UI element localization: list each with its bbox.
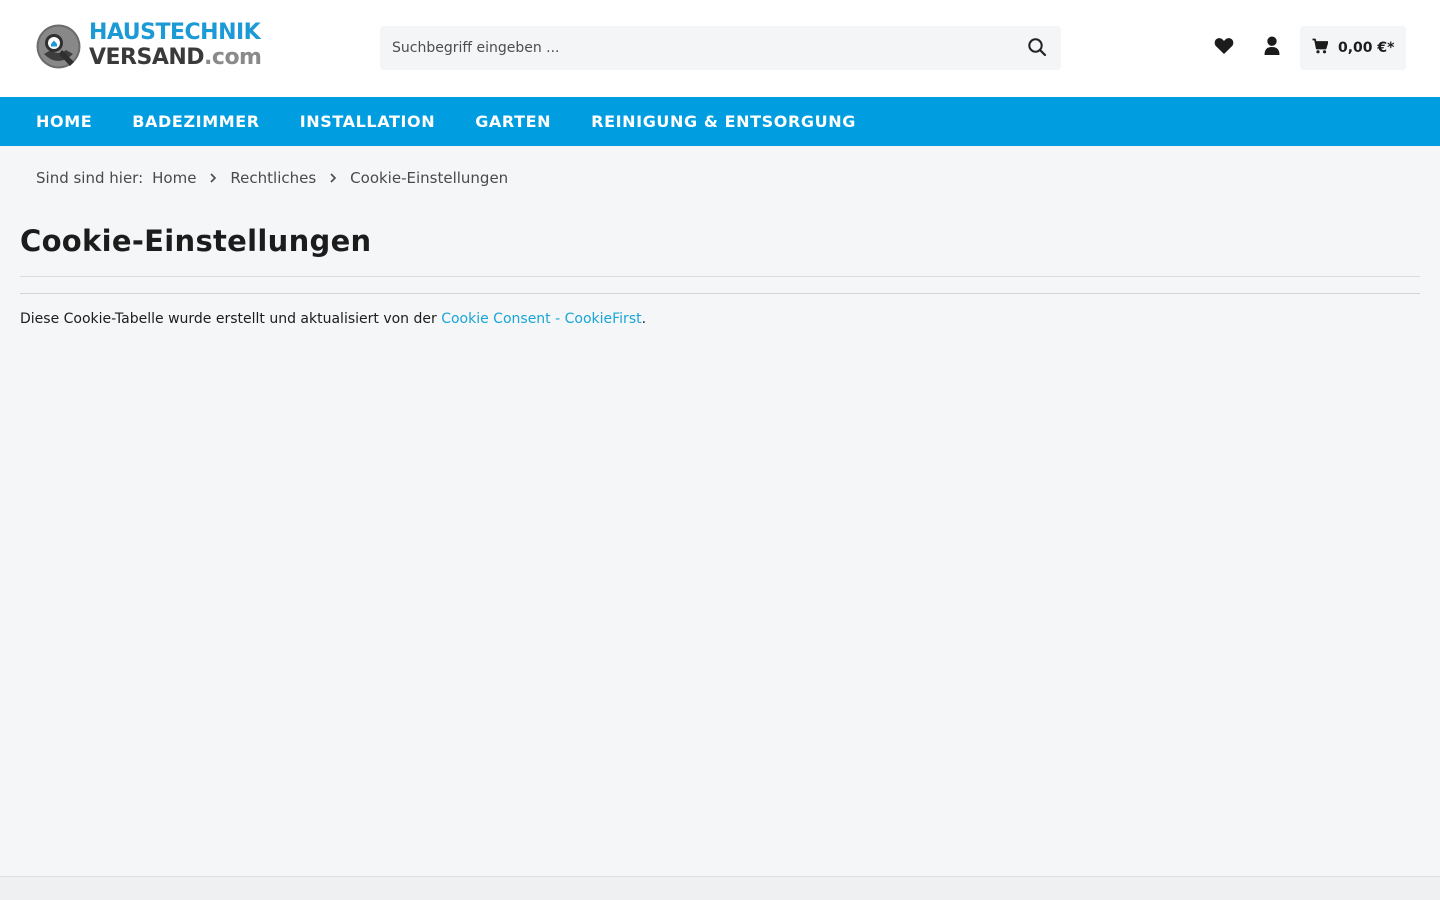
cookie-info-lead: Diese Cookie-Tabelle wurde erstellt und … <box>20 311 442 327</box>
chevron-right-icon <box>209 172 217 184</box>
chevron-right-icon <box>329 172 337 184</box>
breadcrumb-prefix: Sind sind hier: <box>36 169 144 187</box>
site-header: HAUSTECHNIK VERSAND.com Suchbegriff eing… <box>0 0 1440 97</box>
nav-item-badezimmer[interactable]: BADEZIMMER <box>112 97 279 146</box>
nav-item-home[interactable]: HOME <box>16 97 112 146</box>
nav-item-reinigung-entsorgung[interactable]: REINIGUNG & ENTSORGUNG <box>571 97 876 146</box>
account-button[interactable] <box>1248 26 1296 70</box>
breadcrumb-item-cookie-einstellungen[interactable]: Cookie-Einstellungen <box>350 169 508 187</box>
user-icon <box>1264 36 1280 60</box>
content-divider <box>20 293 1420 294</box>
cart-button[interactable]: 0,00 €* <box>1300 26 1406 70</box>
cookiefirst-link[interactable]: Cookie Consent - CookieFirst <box>441 311 641 327</box>
logo-line2-suffix: .com <box>204 44 262 70</box>
wishlist-button[interactable] <box>1200 26 1248 70</box>
cart-icon <box>1312 38 1329 58</box>
logo-text: HAUSTECHNIK VERSAND.com <box>89 19 262 70</box>
page-title: Cookie-Einstellungen <box>20 224 372 258</box>
header-actions: 0,00 €* <box>1200 26 1406 70</box>
search-bar <box>380 26 1061 70</box>
footer-strip <box>0 876 1440 900</box>
main-navigation: HOME BADEZIMMER INSTALLATION GARTEN REIN… <box>0 97 1440 146</box>
nav-item-garten[interactable]: GARTEN <box>455 97 571 146</box>
breadcrumb-item-rechtliches[interactable]: Rechtliches <box>230 169 316 187</box>
breadcrumb: Sind sind hier: Home Rechtliches Cookie-… <box>36 166 508 190</box>
cookie-info-suffix: . <box>641 311 647 327</box>
heart-icon <box>1214 37 1234 59</box>
logo[interactable]: HAUSTECHNIK VERSAND.com <box>36 18 266 74</box>
cart-amount: 0,00 €* <box>1338 40 1395 56</box>
title-divider <box>20 276 1420 277</box>
nav-item-installation[interactable]: INSTALLATION <box>280 97 456 146</box>
logo-line2: VERSAND.com <box>89 44 262 70</box>
logo-line1: HAUSTECHNIK <box>89 19 261 45</box>
search-button[interactable] <box>1013 26 1061 70</box>
cookie-info-text: Diese Cookie-Tabelle wurde erstellt und … <box>20 311 646 327</box>
search-icon <box>1027 37 1047 60</box>
search-input[interactable] <box>380 26 1013 70</box>
logo-line2-main: VERSAND <box>89 44 205 70</box>
breadcrumb-item-home[interactable]: Home <box>152 169 196 187</box>
logo-mark-icon <box>36 24 81 69</box>
